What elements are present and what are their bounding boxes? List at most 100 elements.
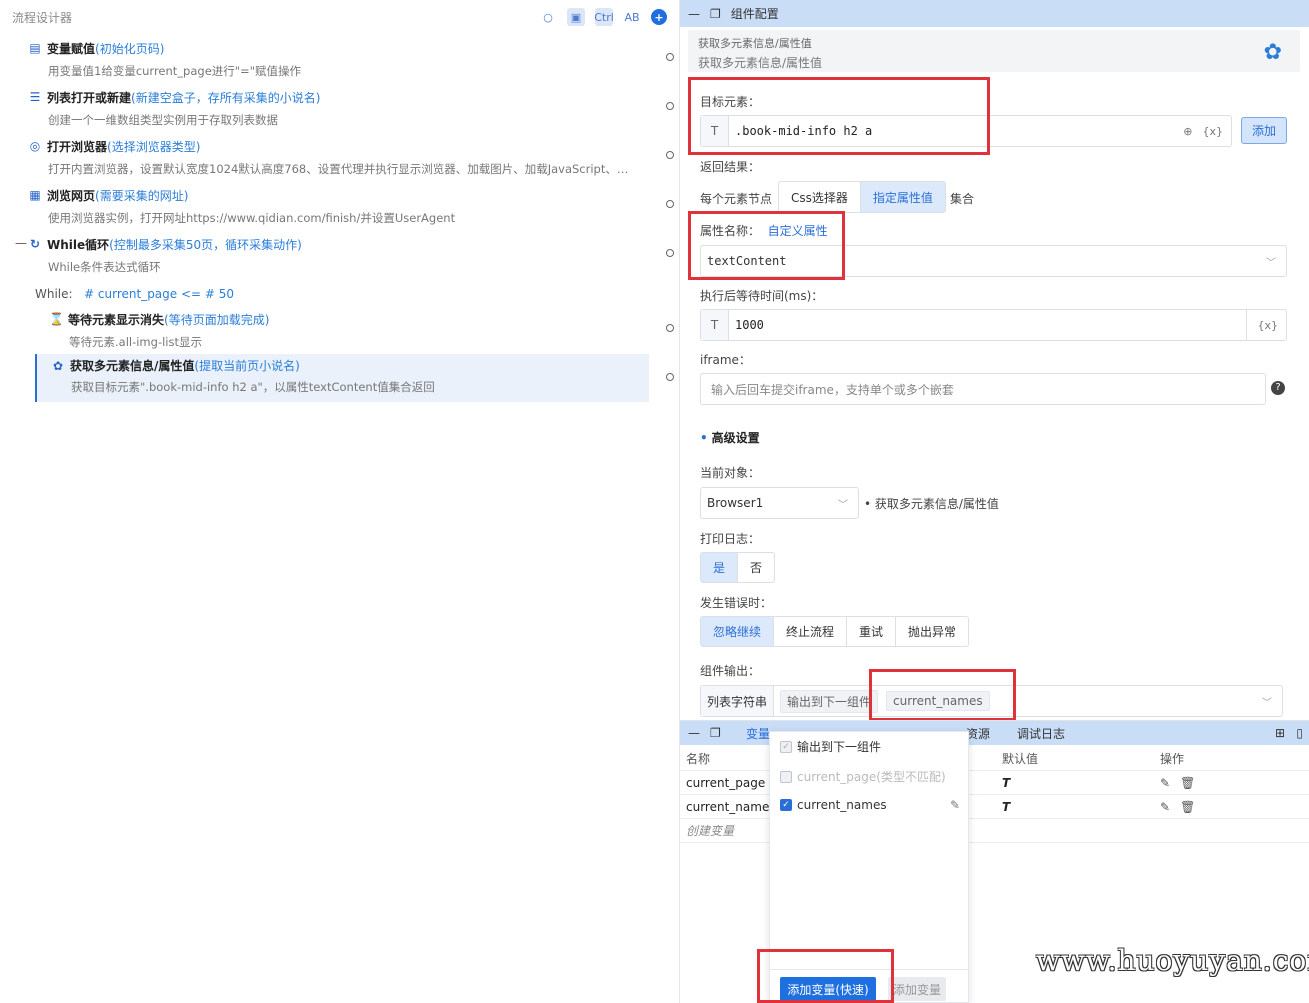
chevron-down-icon: ﹀	[1266, 257, 1276, 269]
popup-option-current-names[interactable]: ✓ current_names ✎	[780, 798, 960, 812]
create-variable-link[interactable]: 创建变量	[686, 822, 734, 839]
text-type-icon[interactable]: T	[1002, 800, 1010, 814]
option-label: current_page(类型不匹配)	[797, 770, 946, 784]
output-tag-next[interactable]: 输出到下一组件	[780, 689, 879, 713]
text-type-icon[interactable]: T	[701, 310, 729, 340]
current-object-select[interactable]: Browser1 ﹀	[700, 487, 859, 519]
step-open-browser[interactable]: ◎ 打开浏览器 (选择浏览器类型) 打开内置浏览器，设置默认宽度1024默认高度76…	[28, 136, 648, 182]
wait-time-field[interactable]: T 1000 {x}	[700, 309, 1287, 341]
component-config-panel: — ❐ 组件配置 获取多元素信息/属性值 获取多元素信息/属性值 ✿ 目标元素：…	[680, 0, 1309, 720]
chevron-down-icon: ﹀	[838, 499, 848, 511]
connector-dot[interactable]	[666, 151, 674, 159]
option-css-selector[interactable]: Css选择器	[779, 182, 861, 212]
config-header: — ❐ 组件配置	[680, 0, 1309, 27]
connector-dot[interactable]	[666, 102, 674, 110]
step-browse-page[interactable]: ▦ 浏览网页 (需要采集的网址) 使用浏览器实例，打开网址https://www.q…	[28, 185, 648, 231]
print-log-toggle: 是 否	[700, 552, 776, 583]
step-note: (选择浏览器类型)	[107, 139, 201, 154]
iframe-input[interactable]: 输入后回车提交iframe，支持单个或多个嵌套	[700, 373, 1266, 405]
loop-icon: ↻	[29, 237, 41, 251]
designer-toolbar: ○ ▣ Ctrl AB +	[539, 8, 667, 26]
step-desc: 打开内置浏览器，设置默认宽度1024默认高度768、设置代理并执行显示浏览器、加…	[48, 162, 629, 176]
minimize-icon[interactable]: —	[688, 726, 700, 740]
ctrl-icon[interactable]: Ctrl	[594, 8, 614, 26]
help-icon[interactable]: ?	[1271, 381, 1285, 395]
connector-dot[interactable]	[666, 249, 674, 257]
add-icon[interactable]: +	[651, 9, 667, 25]
step-desc: 用变量值1给变量current_page进行"="赋值操作	[48, 64, 301, 78]
step-desc: While条件表达式循环	[48, 260, 161, 274]
iframe-placeholder: 输入后回车提交iframe，支持单个或多个嵌套	[711, 382, 954, 397]
wait-icon: ⌛	[49, 312, 64, 326]
designer-title: 流程设计器	[12, 10, 73, 25]
connector-dot[interactable]	[666, 324, 674, 332]
assign-icon: ▤	[29, 41, 41, 55]
iframe-label: iframe：	[700, 353, 751, 367]
phone-icon[interactable]: ▯	[1296, 726, 1303, 740]
checkbox-icon[interactable]: ✓	[780, 799, 792, 811]
card-title: 获取多元素信息/属性值	[698, 37, 812, 50]
collapse-toggle-icon[interactable]: —	[15, 236, 27, 250]
rename-icon[interactable]: ✎	[950, 798, 960, 812]
search-icon[interactable]: ○	[539, 8, 557, 26]
step-wait-element[interactable]: ⌛ 等待元素显示消失 (等待页面加载完成) 等待元素.all-img-list显示	[49, 309, 649, 355]
wait-time-value[interactable]: 1000	[729, 318, 764, 332]
log-yes-option[interactable]: 是	[701, 553, 739, 582]
error-retry-option[interactable]: 重试	[847, 617, 897, 646]
error-stop-option[interactable]: 终止流程	[774, 617, 848, 646]
restore-icon[interactable]: ❐	[710, 7, 721, 21]
step-note: (等待页面加载完成)	[164, 312, 270, 327]
error-ignore-option[interactable]: 忽略继续	[701, 617, 775, 646]
print-log-label: 打印日志：	[700, 532, 761, 546]
flow-designer-panel: 流程设计器 ○ ▣ Ctrl AB + ▤ 变量赋值 (初始化页码) 用变量值1给变…	[0, 0, 680, 1003]
step-title: 打开浏览器	[47, 139, 108, 154]
step-note: (控制最多采集50页，循环采集动作)	[109, 237, 302, 252]
option-label: 输出到下一组件	[797, 740, 882, 754]
variable-icon[interactable]: {x}	[1202, 125, 1223, 138]
step-assign-variable[interactable]: ▤ 变量赋值 (初始化页码) 用变量值1给变量current_page进行"="赋值…	[28, 38, 648, 84]
add-button[interactable]: 添加	[1241, 117, 1287, 144]
spellcheck-icon[interactable]: AB	[623, 8, 641, 26]
highlight-target-element	[688, 77, 990, 155]
step-list-open[interactable]: ☰ 列表打开或新建 (新建空盒子，存所有采集的小说名) 创建一个一维数组类型实例用于…	[28, 87, 648, 133]
tab-variables[interactable]: 变量	[746, 725, 770, 742]
popup-option-current-page: current_page(类型不匹配)	[780, 768, 946, 785]
step-title: 等待元素显示消失	[68, 312, 165, 327]
option-attribute-value[interactable]: 指定属性值	[860, 182, 945, 212]
connector-dot[interactable]	[666, 373, 674, 381]
trash-icon[interactable]: 🗑	[1180, 776, 1195, 790]
step-title: 浏览网页	[47, 188, 96, 203]
app-root: 流程设计器 ○ ▣ Ctrl AB + ▤ 变量赋值 (初始化页码) 用变量值1给变…	[0, 0, 1309, 1003]
minimize-icon[interactable]: —	[688, 7, 700, 21]
crosshair-icon[interactable]: ⊕	[1183, 125, 1192, 138]
chevron-down-icon: ﹀	[1262, 697, 1272, 709]
add-variable-button[interactable]: 添加变量	[888, 977, 946, 1001]
frame-icon[interactable]: ▣	[567, 8, 585, 26]
edit-icon[interactable]: ✎	[1160, 776, 1170, 790]
return-result-label: 返回结果：	[700, 160, 761, 174]
log-no-option[interactable]: 否	[738, 553, 774, 582]
text-type-icon[interactable]: T	[1002, 776, 1010, 790]
connector-dot[interactable]	[666, 200, 674, 208]
popup-option-next[interactable]: ✓ 输出到下一组件	[780, 738, 881, 755]
col-actions: 操作	[1160, 752, 1185, 766]
variable-icon[interactable]: {x}	[1257, 319, 1278, 332]
error-throw-option[interactable]: 抛出异常	[896, 617, 968, 646]
while-condition: While: # current_page <= # 50	[35, 287, 234, 301]
connector-dot[interactable]	[666, 53, 674, 61]
tab-debug-log[interactable]: 调试日志	[1017, 725, 1065, 742]
step-get-elements[interactable]: ✿ 获取多元素信息/属性值 (提取当前页小说名) 获取目标元素".book-mid-…	[35, 354, 649, 402]
step-while-loop[interactable]: ↻ While循环 (控制最多采集50页，循环采集动作) While条件表达式循环	[28, 234, 648, 280]
trash-icon[interactable]: 🗑	[1180, 800, 1195, 814]
step-title: 列表打开或新建	[47, 90, 132, 105]
option-label: current_names	[797, 798, 887, 812]
step-note: (需要采集的网址)	[95, 188, 189, 203]
edit-icon[interactable]: ✎	[1160, 800, 1170, 814]
step-title: 获取多元素信息/属性值	[70, 359, 195, 373]
component-logo-icon: ✿	[1263, 40, 1282, 65]
restore-icon[interactable]: ❐	[710, 726, 721, 740]
windows-icon[interactable]: ⊞	[1275, 726, 1285, 740]
current-object-note: • 获取多元素信息/属性值	[864, 497, 999, 511]
checkbox-icon[interactable]: ✓	[780, 740, 792, 753]
tab-resources[interactable]: 资源	[966, 725, 990, 742]
